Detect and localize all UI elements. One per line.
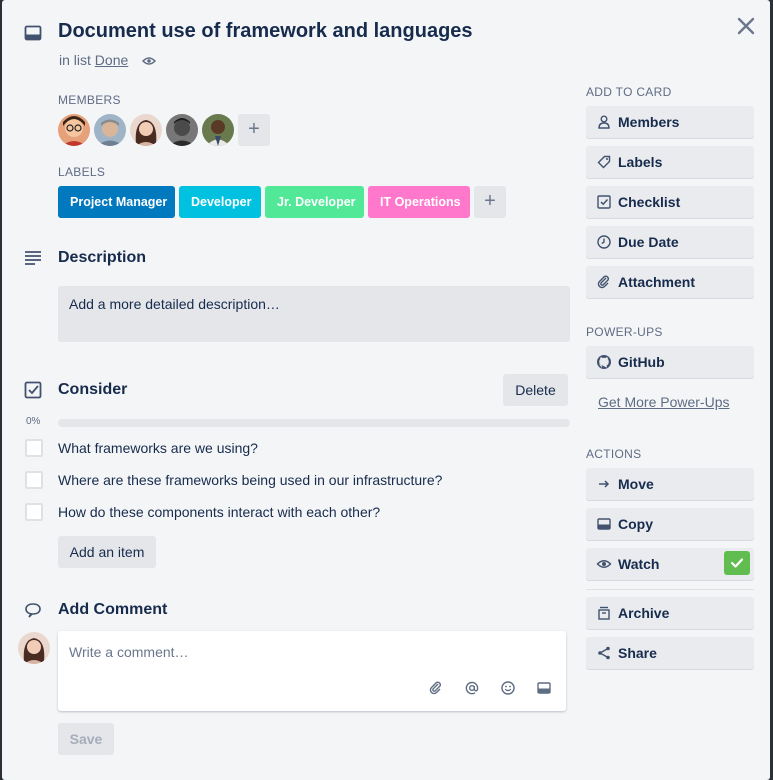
description-icon — [24, 250, 42, 266]
delete-checklist-button[interactable]: Delete — [503, 374, 568, 406]
get-more-power-ups-link[interactable]: Get More Power-Ups — [598, 394, 729, 410]
label-developer[interactable]: Developer — [179, 186, 261, 218]
checklist-button[interactable]: Checklist — [586, 186, 754, 218]
copy-button[interactable]: Copy — [586, 508, 754, 540]
list-reference: in list Done — [59, 52, 157, 68]
labels-button-label: Labels — [618, 154, 663, 170]
arrow-right-icon — [596, 476, 612, 492]
checklist-button-label: Checklist — [618, 194, 681, 210]
archive-icon — [596, 605, 612, 621]
copy-button-label: Copy — [618, 516, 653, 532]
label-it-operations[interactable]: IT Operations — [368, 186, 470, 218]
add-comment-heading: Add Comment — [58, 601, 168, 618]
github-button-label: GitHub — [618, 354, 665, 370]
checkbox-icon — [596, 194, 612, 210]
share-icon — [596, 645, 612, 661]
comment-icon — [24, 602, 42, 618]
list-link[interactable]: Done — [95, 52, 128, 68]
move-button[interactable]: Move — [586, 468, 754, 500]
mention-icon[interactable] — [465, 681, 481, 697]
member-avatar[interactable] — [58, 114, 90, 146]
labels-label: LABELS — [58, 165, 106, 179]
watch-button[interactable]: Watch — [586, 548, 754, 580]
watching-check-icon — [724, 551, 750, 575]
description-input[interactable]: Add a more detailed description… — [58, 286, 570, 342]
member-avatar[interactable] — [202, 114, 234, 146]
person-icon — [596, 114, 612, 130]
archive-button[interactable]: Archive — [586, 597, 754, 629]
labels-button[interactable]: Labels — [586, 146, 754, 178]
comment-placeholder: Write a comment… — [69, 644, 189, 660]
clock-icon — [596, 234, 612, 250]
checklist-item-checkbox[interactable] — [25, 503, 43, 521]
due-date-button-label: Due Date — [618, 234, 679, 250]
member-avatar[interactable] — [130, 114, 162, 146]
power-ups-label: POWER-UPS — [586, 325, 663, 339]
card-icon — [596, 516, 612, 532]
checklist-item-text[interactable]: Where are these frameworks being used in… — [58, 472, 442, 488]
tag-icon — [596, 154, 612, 170]
members-button[interactable]: Members — [586, 106, 754, 138]
attachment-button[interactable]: Attachment — [586, 266, 754, 298]
close-icon — [737, 17, 755, 35]
add-item-button[interactable]: Add an item — [58, 536, 156, 568]
close-button[interactable] — [734, 14, 758, 38]
archive-button-label: Archive — [618, 605, 670, 621]
share-button-label: Share — [618, 645, 657, 661]
checklist-icon — [24, 381, 42, 399]
checklist-item-checkbox[interactable] — [25, 439, 43, 457]
description-heading: Description — [58, 249, 147, 266]
checklist-item-text[interactable]: How do these components interact with ea… — [58, 504, 380, 520]
actions-divider — [586, 589, 754, 590]
save-comment-button[interactable]: Save — [58, 723, 114, 755]
actions-label: ACTIONS — [586, 447, 642, 461]
members-button-label: Members — [618, 114, 680, 130]
member-avatar[interactable] — [166, 114, 198, 146]
member-avatar[interactable] — [94, 114, 126, 146]
github-icon — [596, 354, 612, 370]
label-jr-developer[interactable]: Jr. Developer — [265, 186, 364, 218]
checklist-progress-bar — [58, 419, 570, 427]
eye-icon — [596, 556, 612, 572]
progress-percent: 0% — [26, 416, 41, 427]
emoji-icon[interactable] — [501, 681, 517, 697]
checklist-heading[interactable]: Consider — [58, 381, 127, 399]
eye-icon — [142, 56, 157, 66]
checklist-item-checkbox[interactable] — [25, 471, 43, 489]
attachment-icon[interactable] — [429, 681, 445, 697]
move-button-label: Move — [618, 476, 654, 492]
add-to-card-label: ADD TO CARD — [586, 85, 672, 99]
members-label: MEMBERS — [58, 93, 121, 107]
add-member-button[interactable]: + — [238, 114, 270, 146]
paperclip-icon — [596, 274, 612, 290]
watch-button-label: Watch — [618, 556, 660, 572]
in-list-prefix: in list — [59, 52, 91, 68]
card-link-icon[interactable] — [537, 681, 553, 697]
github-button[interactable]: GitHub — [586, 346, 754, 378]
add-label-button[interactable]: + — [474, 186, 506, 218]
card-detail-dialog: Document use of framework and languages … — [2, 0, 770, 780]
checklist-item-text[interactable]: What frameworks are we using? — [58, 440, 258, 456]
card-icon — [24, 24, 42, 42]
label-project-manager[interactable]: Project Manager — [58, 186, 175, 218]
card-title[interactable]: Document use of framework and languages — [58, 20, 473, 43]
current-user-avatar — [18, 632, 50, 664]
share-button[interactable]: Share — [586, 637, 754, 669]
comment-input[interactable]: Write a comment… — [58, 631, 566, 711]
attachment-button-label: Attachment — [618, 274, 696, 290]
due-date-button[interactable]: Due Date — [586, 226, 754, 258]
